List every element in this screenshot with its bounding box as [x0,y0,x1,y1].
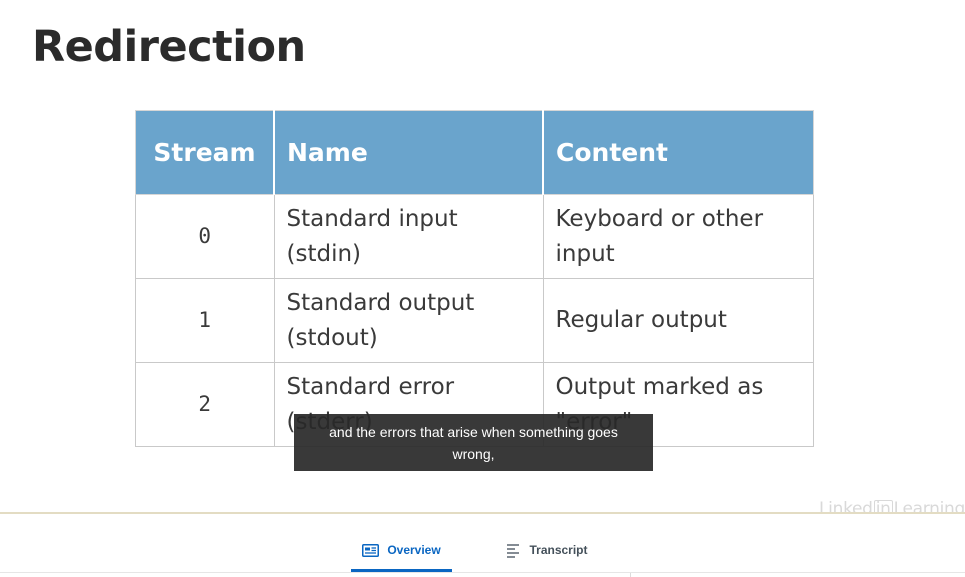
slide-title: Redirection [32,22,306,72]
tab-transcript[interactable]: Transcript [497,528,597,572]
stream-cell: 1 [135,278,275,363]
transcript-icon [507,543,520,558]
video-slide: Redirection Stream Name Content 0 Standa… [0,0,965,512]
tabbar-tick [630,573,631,577]
content-tabs: Overview Transcript [0,514,965,577]
tab-overview[interactable]: Overview [351,528,452,572]
watermark-text-in: in [873,500,893,512]
linkedin-learning-watermark: Linked in Learning [819,499,965,512]
stream-cell: 2 [135,362,275,447]
name-cell: Standard output (stdout) [273,278,544,363]
streams-table: Stream Name Content 0 Standard input (st… [135,110,814,447]
stream-cell: 0 [135,194,275,279]
watermark-text-linked: Linked [819,499,873,512]
content-cell: Keyboard or other input [542,194,814,279]
tab-transcript-label: Transcript [529,543,588,557]
name-cell: Standard input (stdin) [273,194,544,279]
closed-caption: and the errors that arise when something… [294,414,653,471]
table-row: 1 Standard output (stdout) Regular outpu… [135,278,814,363]
tabbar-divider [0,572,965,573]
column-header-content: Content [542,110,814,195]
table-header-row: Stream Name Content [135,110,814,195]
content-cell: Regular output [542,278,814,363]
watermark-text-learning: Learning [893,499,965,512]
overview-icon [362,543,380,557]
table-row: 0 Standard input (stdin) Keyboard or oth… [135,194,814,279]
tab-overview-label: Overview [387,543,441,557]
column-header-stream: Stream [135,110,275,195]
column-header-name: Name [273,110,544,195]
